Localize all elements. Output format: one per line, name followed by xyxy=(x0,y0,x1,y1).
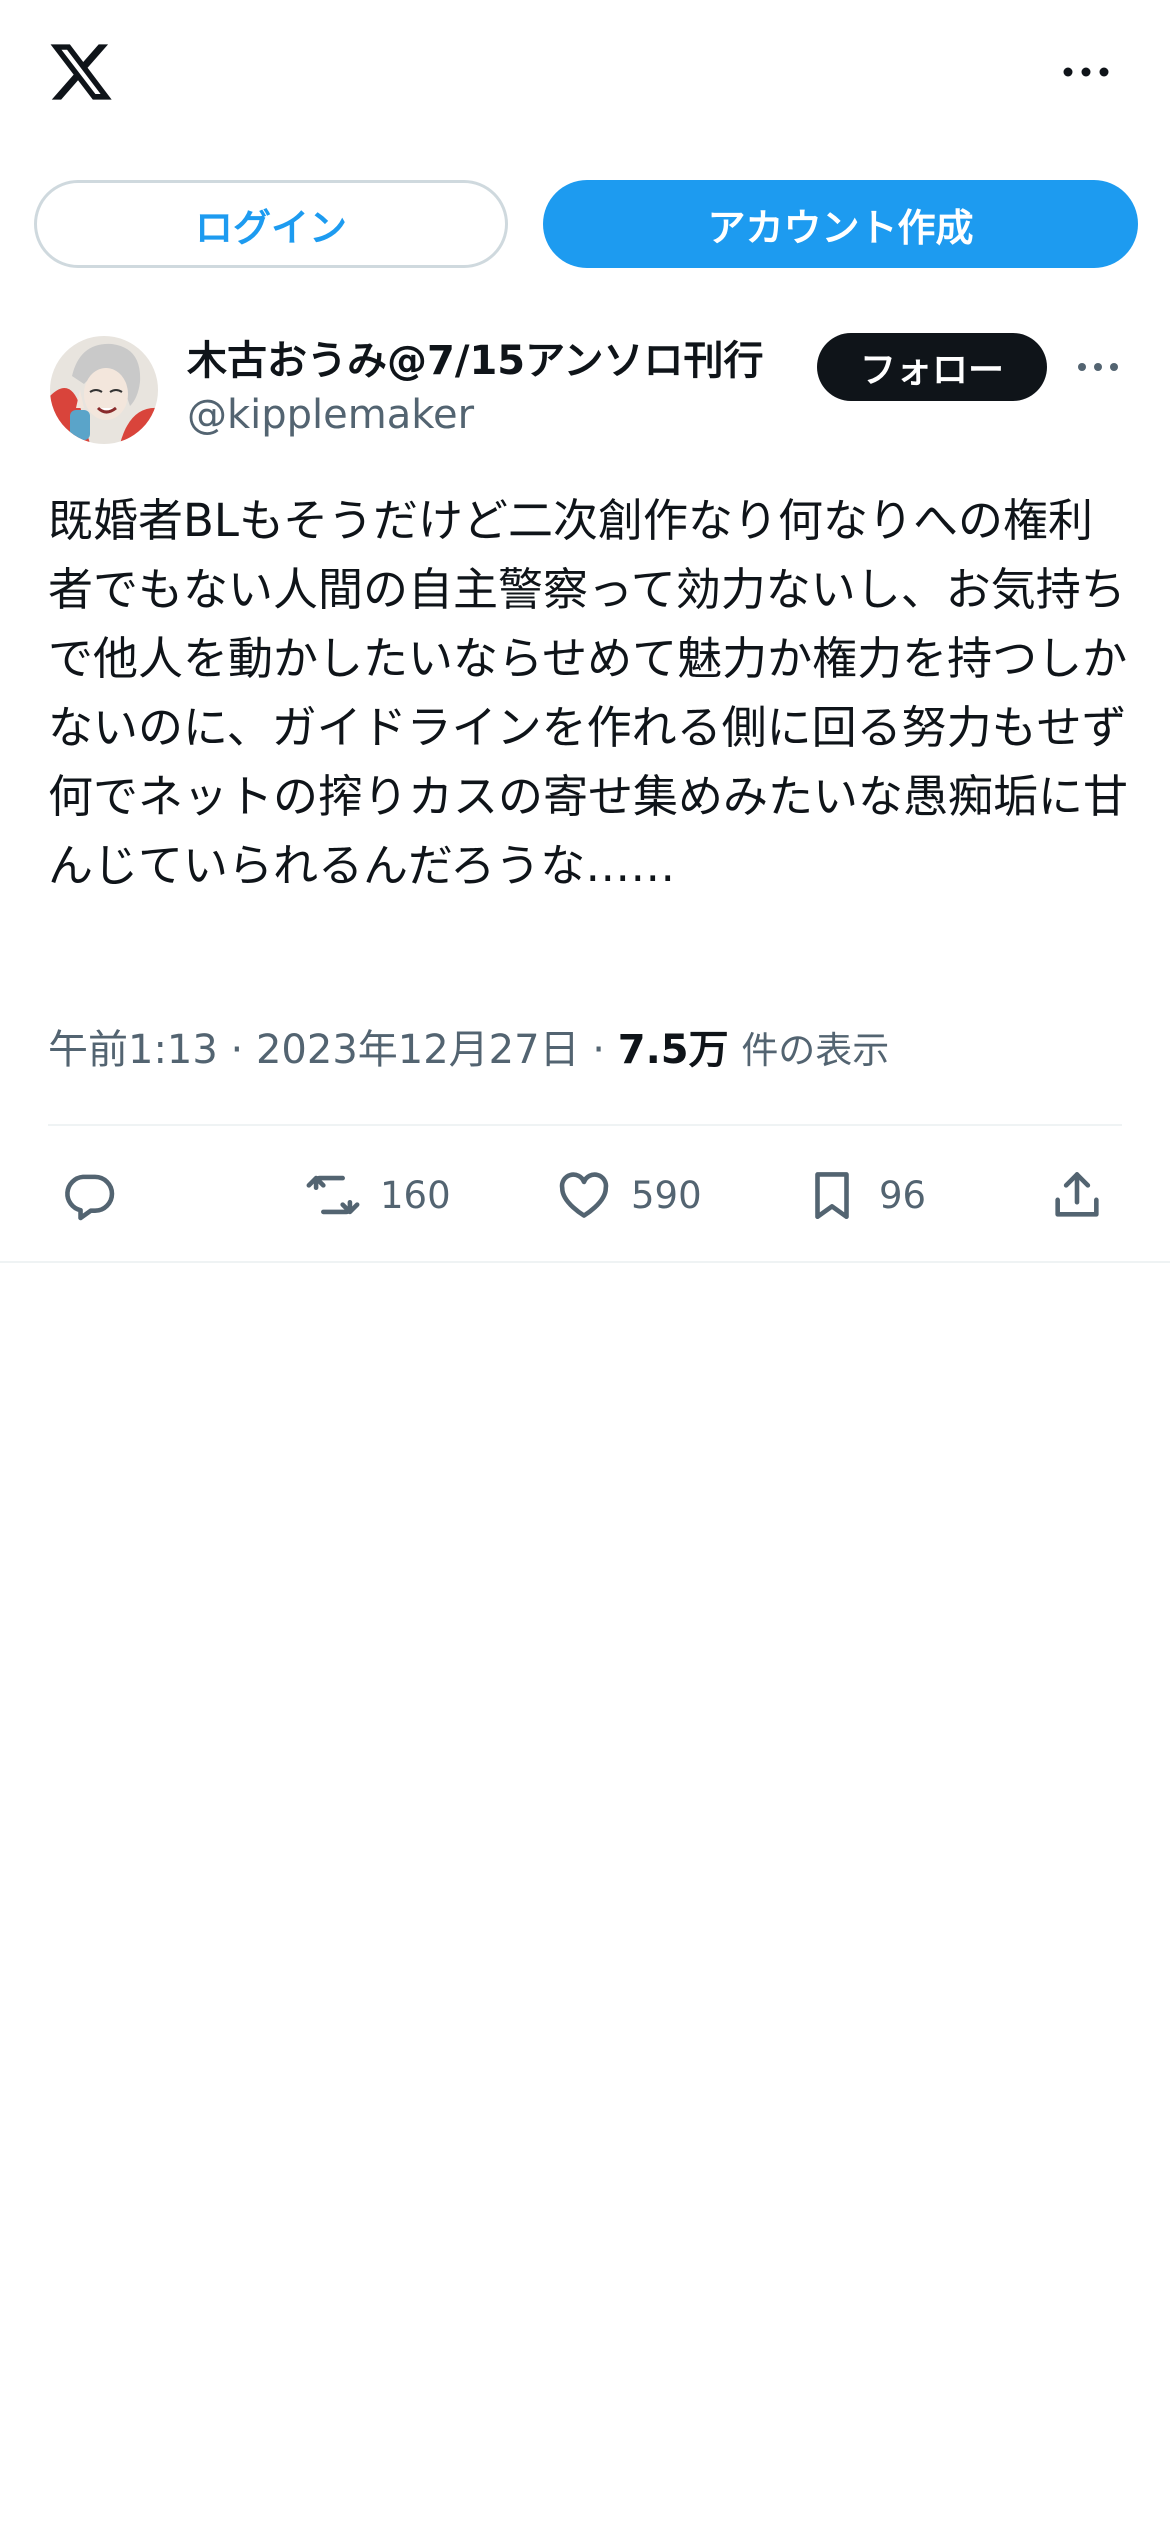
divider xyxy=(0,1261,1170,1263)
tweet-date[interactable]: 2023年12月27日 xyxy=(256,1027,580,1073)
more-horizontal-icon[interactable] xyxy=(1058,52,1114,92)
reply-button[interactable] xyxy=(60,1160,136,1230)
display-name[interactable]: 木古おうみ@7/15アンソロ刊行 xyxy=(187,328,807,386)
heart-icon xyxy=(559,1172,609,1218)
tweet-page: ログイン アカウント作成 木古おうみ@7/15アンソロ刊行 @kipplemak… xyxy=(0,0,1170,2532)
follow-button[interactable]: フォロー xyxy=(817,333,1047,401)
login-button[interactable]: ログイン xyxy=(34,180,508,268)
tweet-text: 既婚者BLもそうだけど二次創作なり何なりへの権利者でもない人間の自主警察って効力… xyxy=(48,494,1129,892)
like-button[interactable]: 590 xyxy=(555,1160,702,1230)
tweet-time[interactable]: 午前1:13 xyxy=(48,1027,218,1073)
create-account-button[interactable]: アカウント作成 xyxy=(543,180,1138,268)
user-handle[interactable]: @kipplemaker xyxy=(187,392,474,438)
share-icon xyxy=(1055,1172,1099,1217)
retweet-icon xyxy=(306,1175,360,1215)
views-label: 件の表示 xyxy=(741,1029,890,1072)
x-logo-icon[interactable] xyxy=(47,38,115,106)
views-count: 7.5万 xyxy=(617,1027,729,1073)
meta-separator: · xyxy=(230,1027,244,1073)
meta-separator: · xyxy=(592,1027,606,1073)
like-count: 590 xyxy=(631,1173,702,1217)
top-bar xyxy=(0,0,1170,150)
bookmark-count: 96 xyxy=(879,1173,927,1217)
tweet-more-icon[interactable] xyxy=(1075,352,1121,382)
bookmark-icon xyxy=(815,1172,849,1220)
avatar-illustration xyxy=(50,336,158,444)
share-button[interactable] xyxy=(1048,1160,1106,1230)
divider xyxy=(48,1124,1122,1126)
retweet-button[interactable]: 160 xyxy=(304,1160,451,1230)
bookmark-button[interactable]: 96 xyxy=(803,1160,926,1230)
avatar[interactable] xyxy=(50,336,158,444)
reply-icon xyxy=(65,1174,115,1221)
retweet-count: 160 xyxy=(380,1173,451,1217)
tweet-meta: 午前1:13 · 2023年12月27日 · 7.5万 件の表示 xyxy=(48,1017,889,1075)
